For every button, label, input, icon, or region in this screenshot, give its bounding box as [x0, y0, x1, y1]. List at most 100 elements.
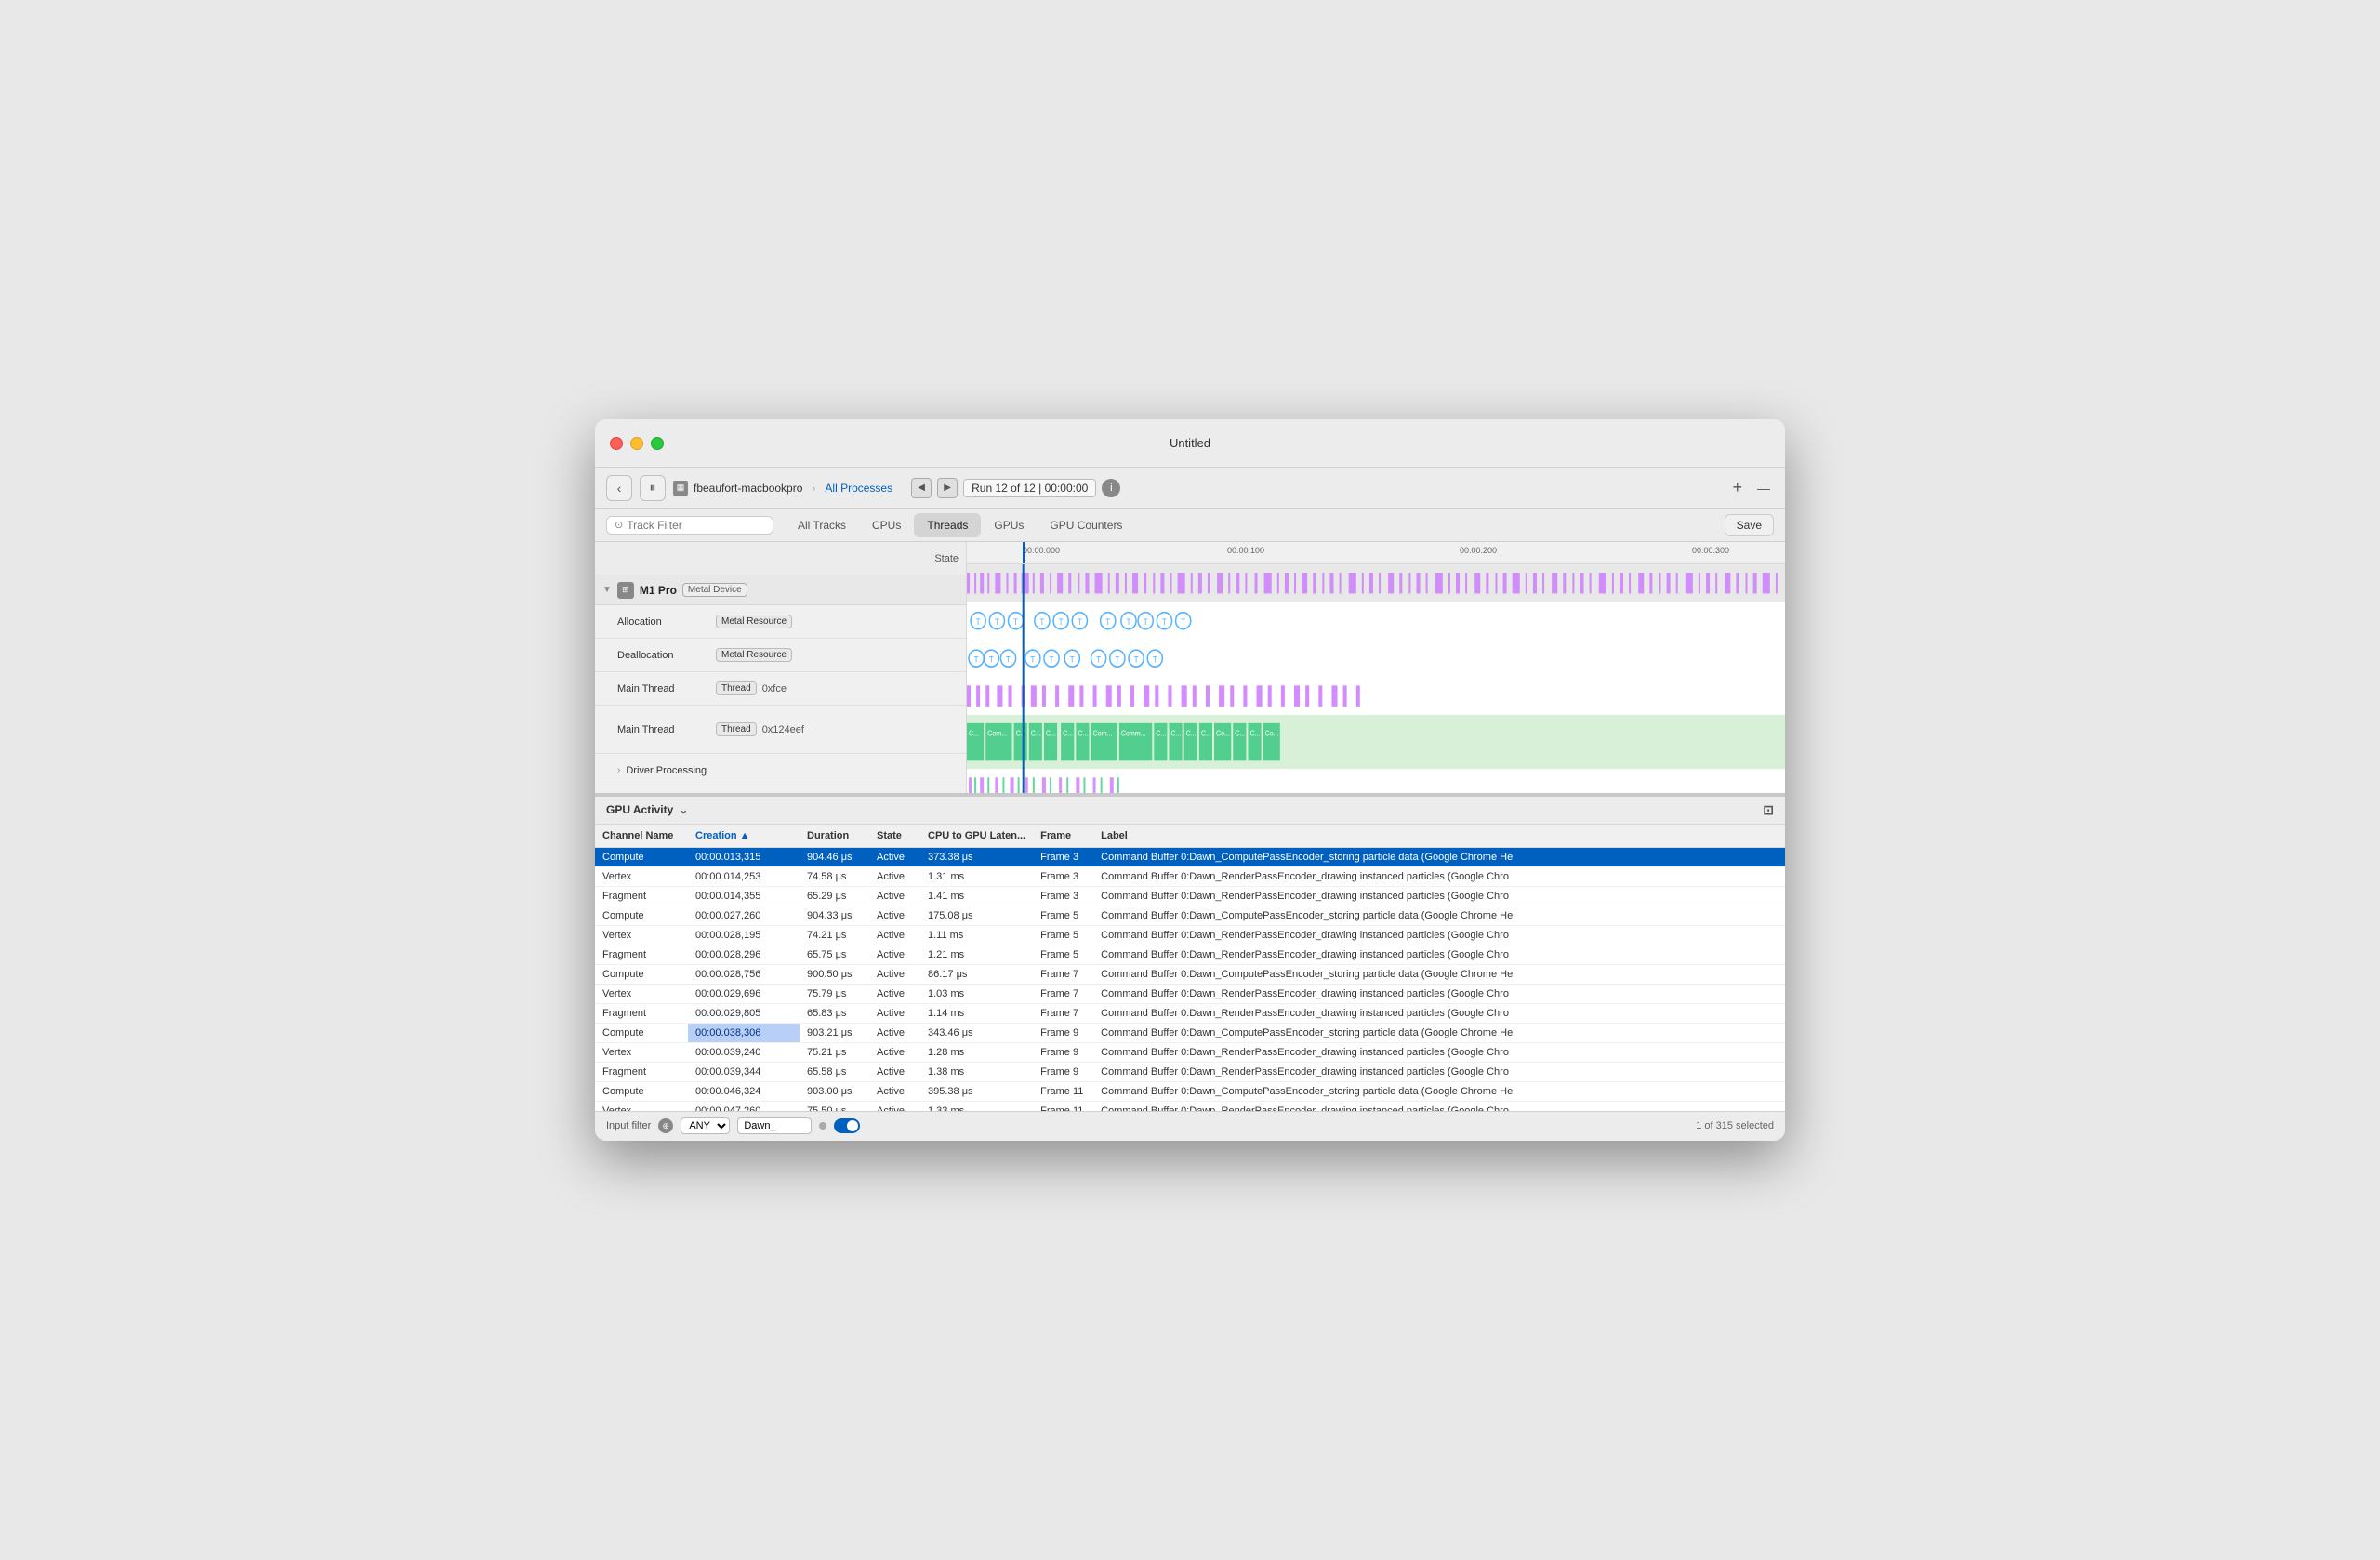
cell-label: Command Buffer 0:Dawn_ComputePassEncoder…	[1093, 847, 1785, 866]
cell-frame: Frame 3	[1033, 847, 1093, 866]
timeline-viz-panel: 00:00.000 00:00.100 00:00.200 00:00.300	[967, 542, 1785, 793]
col-cpu-gpu-latency[interactable]: CPU to GPU Laten...	[920, 825, 1033, 848]
tab-threads[interactable]: Threads	[914, 513, 981, 537]
track-main-thread-1-name: Main Thread	[617, 683, 710, 694]
svg-text:C...: C...	[969, 729, 979, 737]
svg-text:C...: C...	[1201, 729, 1211, 737]
svg-text:Com...: Com...	[1093, 729, 1113, 737]
col-channel[interactable]: Channel Name	[595, 825, 688, 848]
run-prev-button[interactable]: ◀	[911, 478, 932, 498]
cell-channel: Vertex	[595, 925, 688, 945]
tab-all-tracks[interactable]: All Tracks	[785, 513, 859, 537]
timeline-svg[interactable]: T T T T T T T T	[967, 564, 1785, 793]
svg-text:T: T	[1096, 654, 1102, 665]
table-row[interactable]: Fragment00:00.028,29665.75 μsActive1.21 …	[595, 945, 1785, 964]
track-main-thread-2-name: Main Thread	[617, 724, 710, 735]
cell-state: Active	[869, 1042, 920, 1062]
cell-duration: 65.29 μs	[800, 886, 869, 906]
filter-toggle[interactable]	[834, 1118, 860, 1133]
cell-frame: Frame 9	[1033, 1062, 1093, 1081]
cell-state: Active	[869, 945, 920, 964]
tab-gpus[interactable]: GPUs	[981, 513, 1037, 537]
info-button[interactable]: i	[1102, 479, 1120, 497]
cell-frame: Frame 5	[1033, 906, 1093, 925]
cell-label: Command Buffer 0:Dawn_RenderPassEncoder_…	[1093, 866, 1785, 886]
cell-creation: 00:00.039,344	[688, 1062, 800, 1081]
save-button[interactable]: Save	[1725, 514, 1774, 536]
cell-label: Command Buffer 0:Dawn_RenderPassEncoder_…	[1093, 1062, 1785, 1081]
track-allocation-badge: Metal Resource	[716, 615, 792, 628]
table-row[interactable]: Fragment00:00.039,34465.58 μsActive1.38 …	[595, 1062, 1785, 1081]
cell-state: Active	[869, 1101, 920, 1111]
col-state[interactable]: State	[869, 825, 920, 848]
minimize-button[interactable]	[630, 437, 643, 450]
time-mark-3: 00:00.300	[1692, 546, 1729, 555]
cell-state: Active	[869, 906, 920, 925]
cell-cpu_gpu_latency: 1.33 ms	[920, 1101, 1033, 1111]
table-row[interactable]: Vertex00:00.029,69675.79 μsActive1.03 ms…	[595, 984, 1785, 1003]
col-label[interactable]: Label	[1093, 825, 1785, 848]
pause-button[interactable]: ⏸	[640, 475, 666, 501]
track-driver-processing[interactable]: › Driver Processing	[595, 754, 966, 787]
table-row[interactable]: Vertex00:00.039,24075.21 μsActive1.28 ms…	[595, 1042, 1785, 1062]
table-row[interactable]: Compute00:00.013,315904.46 μsActive373.3…	[595, 847, 1785, 866]
table-row[interactable]: Vertex00:00.014,25374.58 μsActive1.31 ms…	[595, 866, 1785, 886]
col-duration[interactable]: Duration	[800, 825, 869, 848]
nav-tabs-right: Save	[1725, 514, 1774, 536]
timeline-ruler: 00:00.000 00:00.100 00:00.200 00:00.300	[967, 542, 1785, 564]
back-button[interactable]: ‹	[606, 475, 632, 501]
close-button[interactable]	[610, 437, 623, 450]
svg-text:T: T	[1115, 654, 1120, 665]
table-row[interactable]: Compute00:00.027,260904.33 μsActive175.0…	[595, 906, 1785, 925]
filter-badge-icon: ⊕	[658, 1118, 673, 1133]
gpu-activity-table-container: Channel Name Creation ▲ Duration State C…	[595, 825, 1785, 1111]
cell-channel: Vertex	[595, 866, 688, 886]
titlebar: Untitled	[595, 419, 1785, 468]
cell-channel: Fragment	[595, 886, 688, 906]
table-row[interactable]: Vertex00:00.047,26075.50 μsActive1.33 ms…	[595, 1101, 1785, 1111]
maximize-button[interactable]	[651, 437, 664, 450]
all-processes-label[interactable]: All Processes	[825, 482, 892, 495]
time-mark-0: 00:00.000	[1023, 546, 1060, 555]
traffic-lights	[610, 437, 664, 450]
svg-text:T: T	[976, 617, 982, 628]
add-button[interactable]: +	[1728, 478, 1746, 497]
gpu-activity-title: GPU Activity	[606, 803, 673, 816]
minus-button[interactable]: —	[1753, 481, 1774, 496]
toolbar-right: + —	[1728, 478, 1774, 497]
svg-text:C...: C...	[1235, 729, 1245, 737]
window-title: Untitled	[1170, 436, 1210, 450]
filter-any-select[interactable]: ANY	[681, 1117, 730, 1134]
cell-channel: Vertex	[595, 1101, 688, 1111]
table-row[interactable]: Fragment00:00.014,35565.29 μsActive1.41 …	[595, 886, 1785, 906]
track-allocation-name: Allocation	[617, 616, 710, 628]
tab-gpu-counters[interactable]: GPU Counters	[1037, 513, 1135, 537]
svg-text:C...: C...	[1078, 729, 1088, 737]
cell-channel: Vertex	[595, 1042, 688, 1062]
col-frame[interactable]: Frame	[1033, 825, 1093, 848]
cell-duration: 75.50 μs	[800, 1101, 869, 1111]
cell-creation: 00:00.013,315	[688, 847, 800, 866]
col-creation[interactable]: Creation ▲	[688, 825, 800, 848]
table-row[interactable]: Fragment00:00.029,80565.83 μsActive1.14 …	[595, 1003, 1785, 1023]
cell-duration: 74.21 μs	[800, 925, 869, 945]
tab-cpus[interactable]: CPUs	[859, 513, 914, 537]
cell-creation: 00:00.047,260	[688, 1101, 800, 1111]
svg-text:T: T	[1078, 617, 1083, 628]
track-filter-input[interactable]	[627, 519, 765, 532]
table-row[interactable]: Compute00:00.046,324903.00 μsActive395.3…	[595, 1081, 1785, 1101]
content-area: State ▼ ⊞ M1 Pro Metal Device Allocation…	[595, 542, 1785, 1111]
svg-text:C...: C...	[1063, 729, 1073, 737]
filter-value-input[interactable]	[737, 1117, 812, 1134]
group-m1pro[interactable]: ▼ ⊞ M1 Pro Metal Device	[595, 575, 966, 605]
resize-handle-icon[interactable]: ⊡	[1763, 802, 1774, 818]
table-row[interactable]: Vertex00:00.028,19574.21 μsActive1.11 ms…	[595, 925, 1785, 945]
track-labels-panel: State ▼ ⊞ M1 Pro Metal Device Allocation…	[595, 542, 967, 793]
cell-label: Command Buffer 0:Dawn_RenderPassEncoder_…	[1093, 1042, 1785, 1062]
track-deallocation: Deallocation Metal Resource	[595, 639, 966, 672]
table-row[interactable]: Compute00:00.038,306903.21 μsActive343.4…	[595, 1023, 1785, 1042]
table-row[interactable]: Compute00:00.028,756900.50 μsActive86.17…	[595, 964, 1785, 984]
run-play-button[interactable]: ▶	[937, 478, 958, 498]
tracks-combined: State ▼ ⊞ M1 Pro Metal Device Allocation…	[595, 542, 1785, 795]
track-filter[interactable]: ⊙	[606, 516, 774, 535]
